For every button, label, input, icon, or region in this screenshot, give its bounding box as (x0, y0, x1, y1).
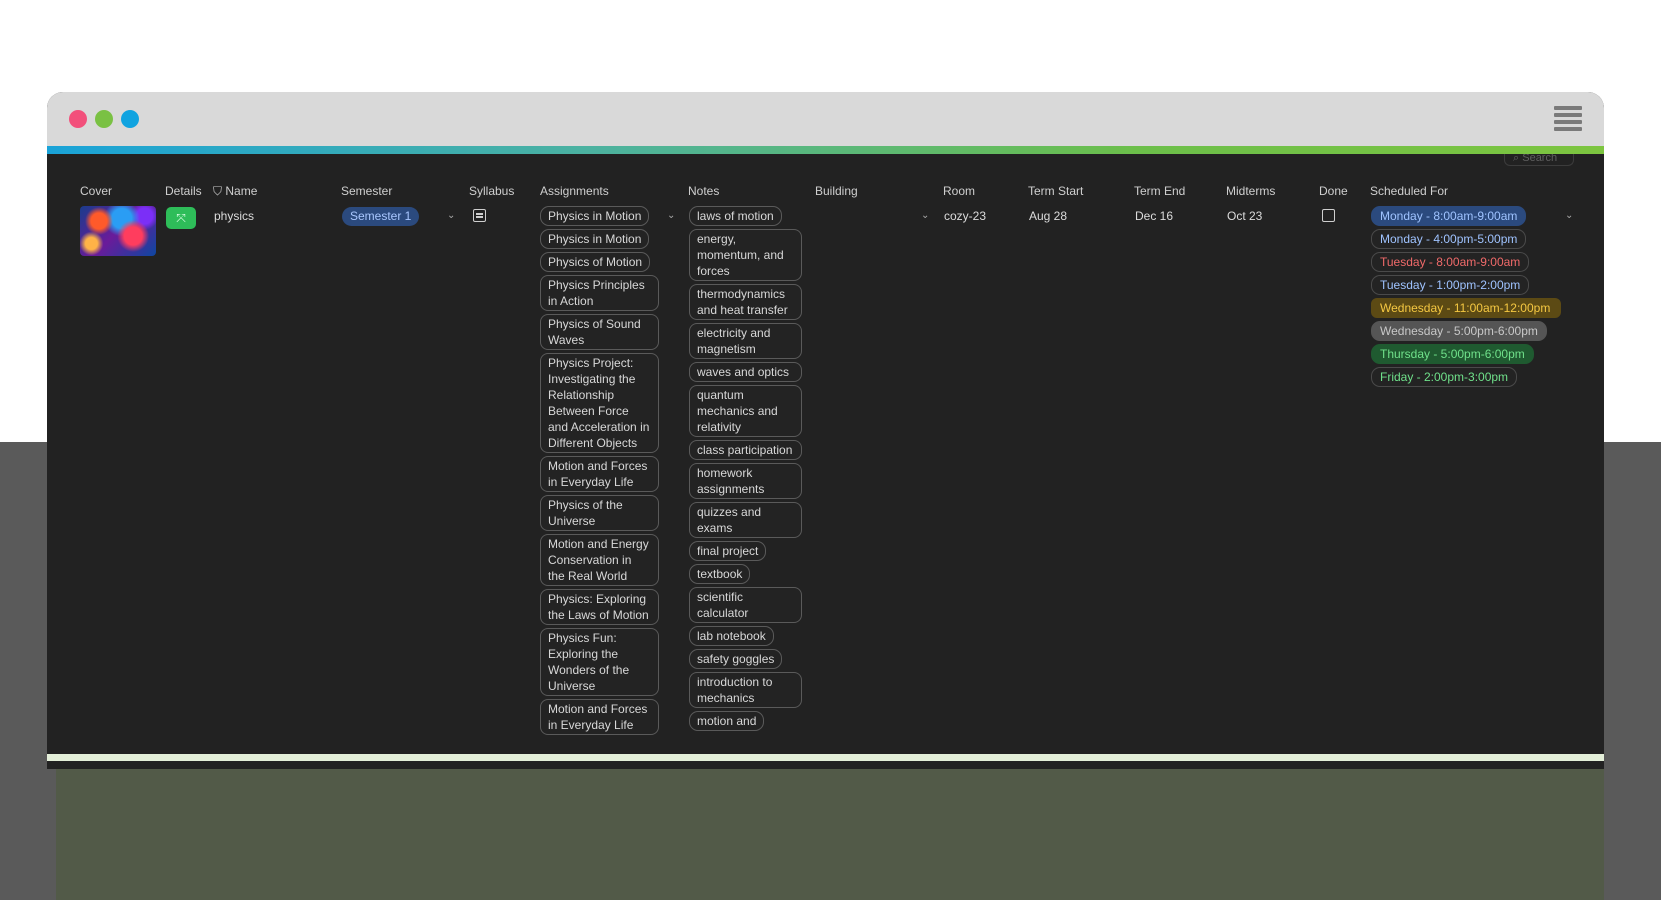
assignment-tag[interactable]: Physics in Motion (540, 229, 650, 249)
header-room[interactable]: Room (943, 184, 975, 198)
header-term-end[interactable]: Term End (1134, 184, 1185, 198)
header-semester[interactable]: Semester (341, 184, 392, 198)
building-chevron-down-icon[interactable]: ⌄ (921, 210, 929, 221)
app-window: ⌕ Search Cover Details ⛉ Name Semester S… (47, 92, 1604, 769)
search-icon: ⌕ (1513, 154, 1520, 164)
hamburger-menu-icon[interactable] (1554, 106, 1582, 132)
note-tag[interactable]: textbook (689, 564, 751, 584)
schedule-tag[interactable]: Friday - 2:00pm-3:00pm (1371, 367, 1518, 387)
cover-image[interactable] (80, 206, 156, 256)
midterms-value[interactable]: Oct 23 (1227, 209, 1262, 223)
schedule-tag[interactable]: Monday - 4:00pm-5:00pm (1371, 229, 1527, 249)
bookmark-icon: ⛉ (213, 184, 223, 198)
schedule-tag[interactable]: Tuesday - 8:00am-9:00am (1371, 252, 1530, 272)
note-tag[interactable]: safety goggles (689, 649, 783, 669)
note-tag[interactable]: final project (689, 541, 767, 561)
assignment-tag[interactable]: Physics Fun: Exploring the Wonders of th… (540, 628, 659, 696)
note-tag[interactable]: thermodynamics and heat transfer (689, 284, 802, 320)
header-syllabus[interactable]: Syllabus (469, 184, 514, 198)
header-midterms[interactable]: Midterms (1226, 184, 1275, 198)
close-window-button[interactable] (69, 110, 87, 128)
note-tag[interactable]: lab notebook (689, 626, 774, 646)
note-tag[interactable]: electricity and magnetism (689, 323, 802, 359)
semester-badge[interactable]: Semester 1 (342, 207, 420, 226)
assignment-tag[interactable]: Physics in Motion (540, 206, 650, 226)
assignment-tag[interactable]: Physics: Exploring the Laws of Motion (540, 589, 659, 625)
schedule-tag[interactable]: Thursday - 5:00pm-6:00pm (1371, 344, 1534, 364)
scheduled-chevron-down-icon[interactable]: ⌄ (1565, 210, 1573, 221)
note-tag[interactable]: laws of motion (689, 206, 782, 226)
header-details[interactable]: Details (165, 184, 202, 198)
schedule-tag[interactable]: Tuesday - 1:00pm-2:00pm (1371, 275, 1530, 295)
header-notes[interactable]: Notes (688, 184, 719, 198)
note-tag[interactable]: quantum mechanics and relativity (689, 385, 802, 437)
expand-details-button[interactable]: ⤧ (166, 207, 196, 229)
schedule-tag[interactable]: Monday - 8:00am-9:00am (1371, 206, 1527, 226)
room-value[interactable]: cozy-23 (944, 209, 986, 223)
syllabus-document-icon[interactable] (473, 209, 486, 222)
minimize-window-button[interactable] (95, 110, 113, 128)
assignments-chevron-down-icon[interactable]: ⌄ (667, 210, 675, 221)
assignment-tag[interactable]: Motion and Energy Conservation in the Re… (540, 534, 659, 586)
assignment-tag[interactable]: Physics Project: Investigating the Relat… (540, 353, 659, 453)
term-start-value[interactable]: Aug 28 (1029, 209, 1067, 223)
done-checkbox[interactable] (1322, 209, 1335, 222)
header-cover[interactable]: Cover (80, 184, 112, 198)
schedule-tag[interactable]: Wednesday - 5:00pm-6:00pm (1371, 321, 1547, 341)
search-input[interactable]: ⌕ Search (1504, 154, 1574, 166)
header-building[interactable]: Building (815, 184, 858, 198)
semester-chevron-down-icon[interactable]: ⌄ (447, 210, 455, 221)
header-term-start[interactable]: Term Start (1028, 184, 1083, 198)
schedule-tag[interactable]: Wednesday - 11:00am-12:00pm (1371, 298, 1561, 318)
search-placeholder: Search (1522, 154, 1558, 164)
note-tag[interactable]: homework assignments (689, 463, 802, 499)
assignment-tag[interactable]: Physics of Sound Waves (540, 314, 659, 350)
assignments-list: Physics in Motion Physics in Motion Physic… (540, 206, 659, 749)
table-view: ⌕ Search Cover Details ⛉ Name Semester S… (47, 154, 1604, 761)
header-scheduled-for[interactable]: Scheduled For (1370, 184, 1448, 198)
header-name[interactable]: ⛉ Name (213, 184, 257, 199)
note-tag[interactable]: scientific calculator (689, 587, 802, 623)
note-tag[interactable]: quizzes and exams (689, 502, 802, 538)
assignment-tag[interactable]: Physics Principles in Action (540, 275, 659, 311)
assignment-tag[interactable]: Motion and Forces in Everyday Life (540, 699, 659, 735)
bottom-strip (47, 754, 1604, 761)
header-name-label: Name (225, 184, 258, 198)
assignment-tag[interactable]: Physics of the Universe (540, 495, 659, 531)
accent-gradient-bar (47, 146, 1604, 154)
notes-list: laws of motion energy, momentum, and forc… (689, 206, 802, 749)
scheduled-for-list: Monday - 8:00am-9:00am Monday - 4:00pm-5:… (1371, 206, 1561, 387)
header-assignments[interactable]: Assignments (540, 184, 609, 198)
note-tag[interactable]: class participation (689, 440, 802, 460)
title-bar (47, 92, 1604, 146)
assignment-tag[interactable]: Physics of Motion (540, 252, 651, 272)
note-tag[interactable]: waves and optics (689, 362, 802, 382)
note-tag[interactable]: introduction to mechanics (689, 672, 802, 708)
header-done[interactable]: Done (1319, 184, 1348, 198)
note-tag[interactable]: energy, momentum, and forces (689, 229, 802, 281)
note-tag[interactable]: motion and (689, 711, 765, 731)
term-end-value[interactable]: Dec 16 (1135, 209, 1173, 223)
maximize-window-button[interactable] (121, 110, 139, 128)
backdrop-olive (56, 760, 1604, 900)
expand-icon: ⤧ (176, 211, 186, 225)
assignment-tag[interactable]: Motion and Forces in Everyday Life (540, 456, 659, 492)
course-name[interactable]: physics (214, 209, 254, 223)
